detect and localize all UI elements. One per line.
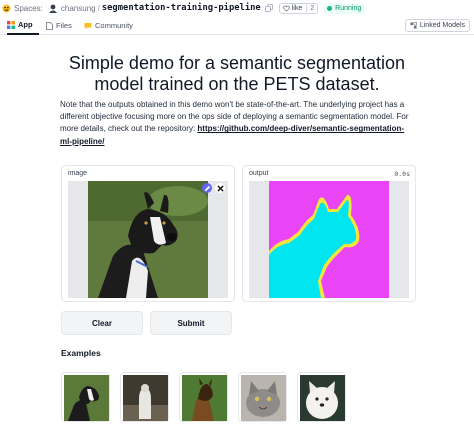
submit-button[interactable]: Submit — [150, 311, 232, 335]
like-button-inner: like — [280, 5, 307, 12]
inference-time: 0.0s — [394, 170, 410, 178]
output-label: output — [249, 170, 269, 177]
example-cat-gray[interactable] — [238, 372, 287, 422]
examples-title: Examples — [61, 348, 101, 358]
example-thumbnail — [300, 375, 345, 421]
edit-image-button[interactable] — [202, 183, 212, 193]
tab-app-label: App — [18, 20, 33, 29]
linked-models-button[interactable]: Linked Models — [404, 19, 470, 32]
app-icon — [7, 20, 15, 29]
heart-icon — [283, 5, 290, 12]
input-image-area[interactable] — [68, 181, 228, 298]
user-avatar-icon — [48, 4, 57, 13]
tab-files-label: Files — [56, 21, 72, 30]
status-badge: Running — [323, 2, 366, 14]
page-title: Simple demo for a semantic segmentation … — [68, 53, 406, 94]
files-icon — [46, 21, 53, 30]
repo-name-link[interactable]: segmentation-training-pipeline — [102, 3, 261, 13]
example-thumbnail — [123, 375, 168, 421]
community-icon — [84, 22, 92, 29]
example-thumbnail — [241, 375, 286, 421]
tab-community-label: Community — [95, 21, 133, 30]
huggingface-logo-icon — [2, 3, 11, 13]
tab-app[interactable]: App — [7, 16, 39, 35]
like-count: 2 — [306, 4, 317, 12]
image-toolbar — [202, 183, 225, 193]
input-label: image — [68, 170, 88, 177]
clear-button[interactable]: Clear — [61, 311, 143, 335]
linked-models-icon — [410, 22, 417, 29]
linked-models-label: Linked Models — [419, 22, 465, 29]
input-image-panel: image — [61, 165, 235, 302]
path-separator: / — [97, 3, 100, 13]
owner-link[interactable]: chansung — [61, 4, 96, 13]
tab-files[interactable]: Files — [46, 16, 72, 35]
example-dog-black-white[interactable] — [61, 372, 110, 422]
input-dog-image — [88, 181, 208, 298]
top-bar: Spaces: chansung / segmentation-training… — [0, 0, 474, 16]
example-dog-shepherd[interactable] — [179, 372, 228, 422]
segmentation-mask-image — [269, 181, 389, 298]
description: Note that the outputs obtained in this d… — [60, 99, 416, 148]
example-thumbnail — [64, 375, 109, 421]
like-label: like — [291, 4, 303, 12]
pencil-icon — [204, 185, 210, 191]
running-dot-icon — [327, 5, 333, 11]
spaces-label: Spaces: — [14, 3, 43, 13]
tab-bar: App Files Community Linked Models — [0, 16, 474, 35]
example-thumbnail — [182, 375, 227, 421]
close-icon — [216, 184, 224, 192]
copy-icon[interactable] — [264, 4, 273, 12]
example-dog-sitting-white[interactable] — [120, 372, 169, 422]
like-button[interactable]: like 2 — [278, 2, 319, 14]
status-text: Running — [335, 4, 362, 12]
output-image-area — [249, 181, 409, 298]
clear-image-button[interactable] — [215, 183, 225, 193]
tab-community[interactable]: Community — [84, 16, 133, 35]
output-image-panel: output 0.0s — [242, 165, 416, 302]
example-dog-white-fluffy[interactable] — [297, 372, 346, 422]
